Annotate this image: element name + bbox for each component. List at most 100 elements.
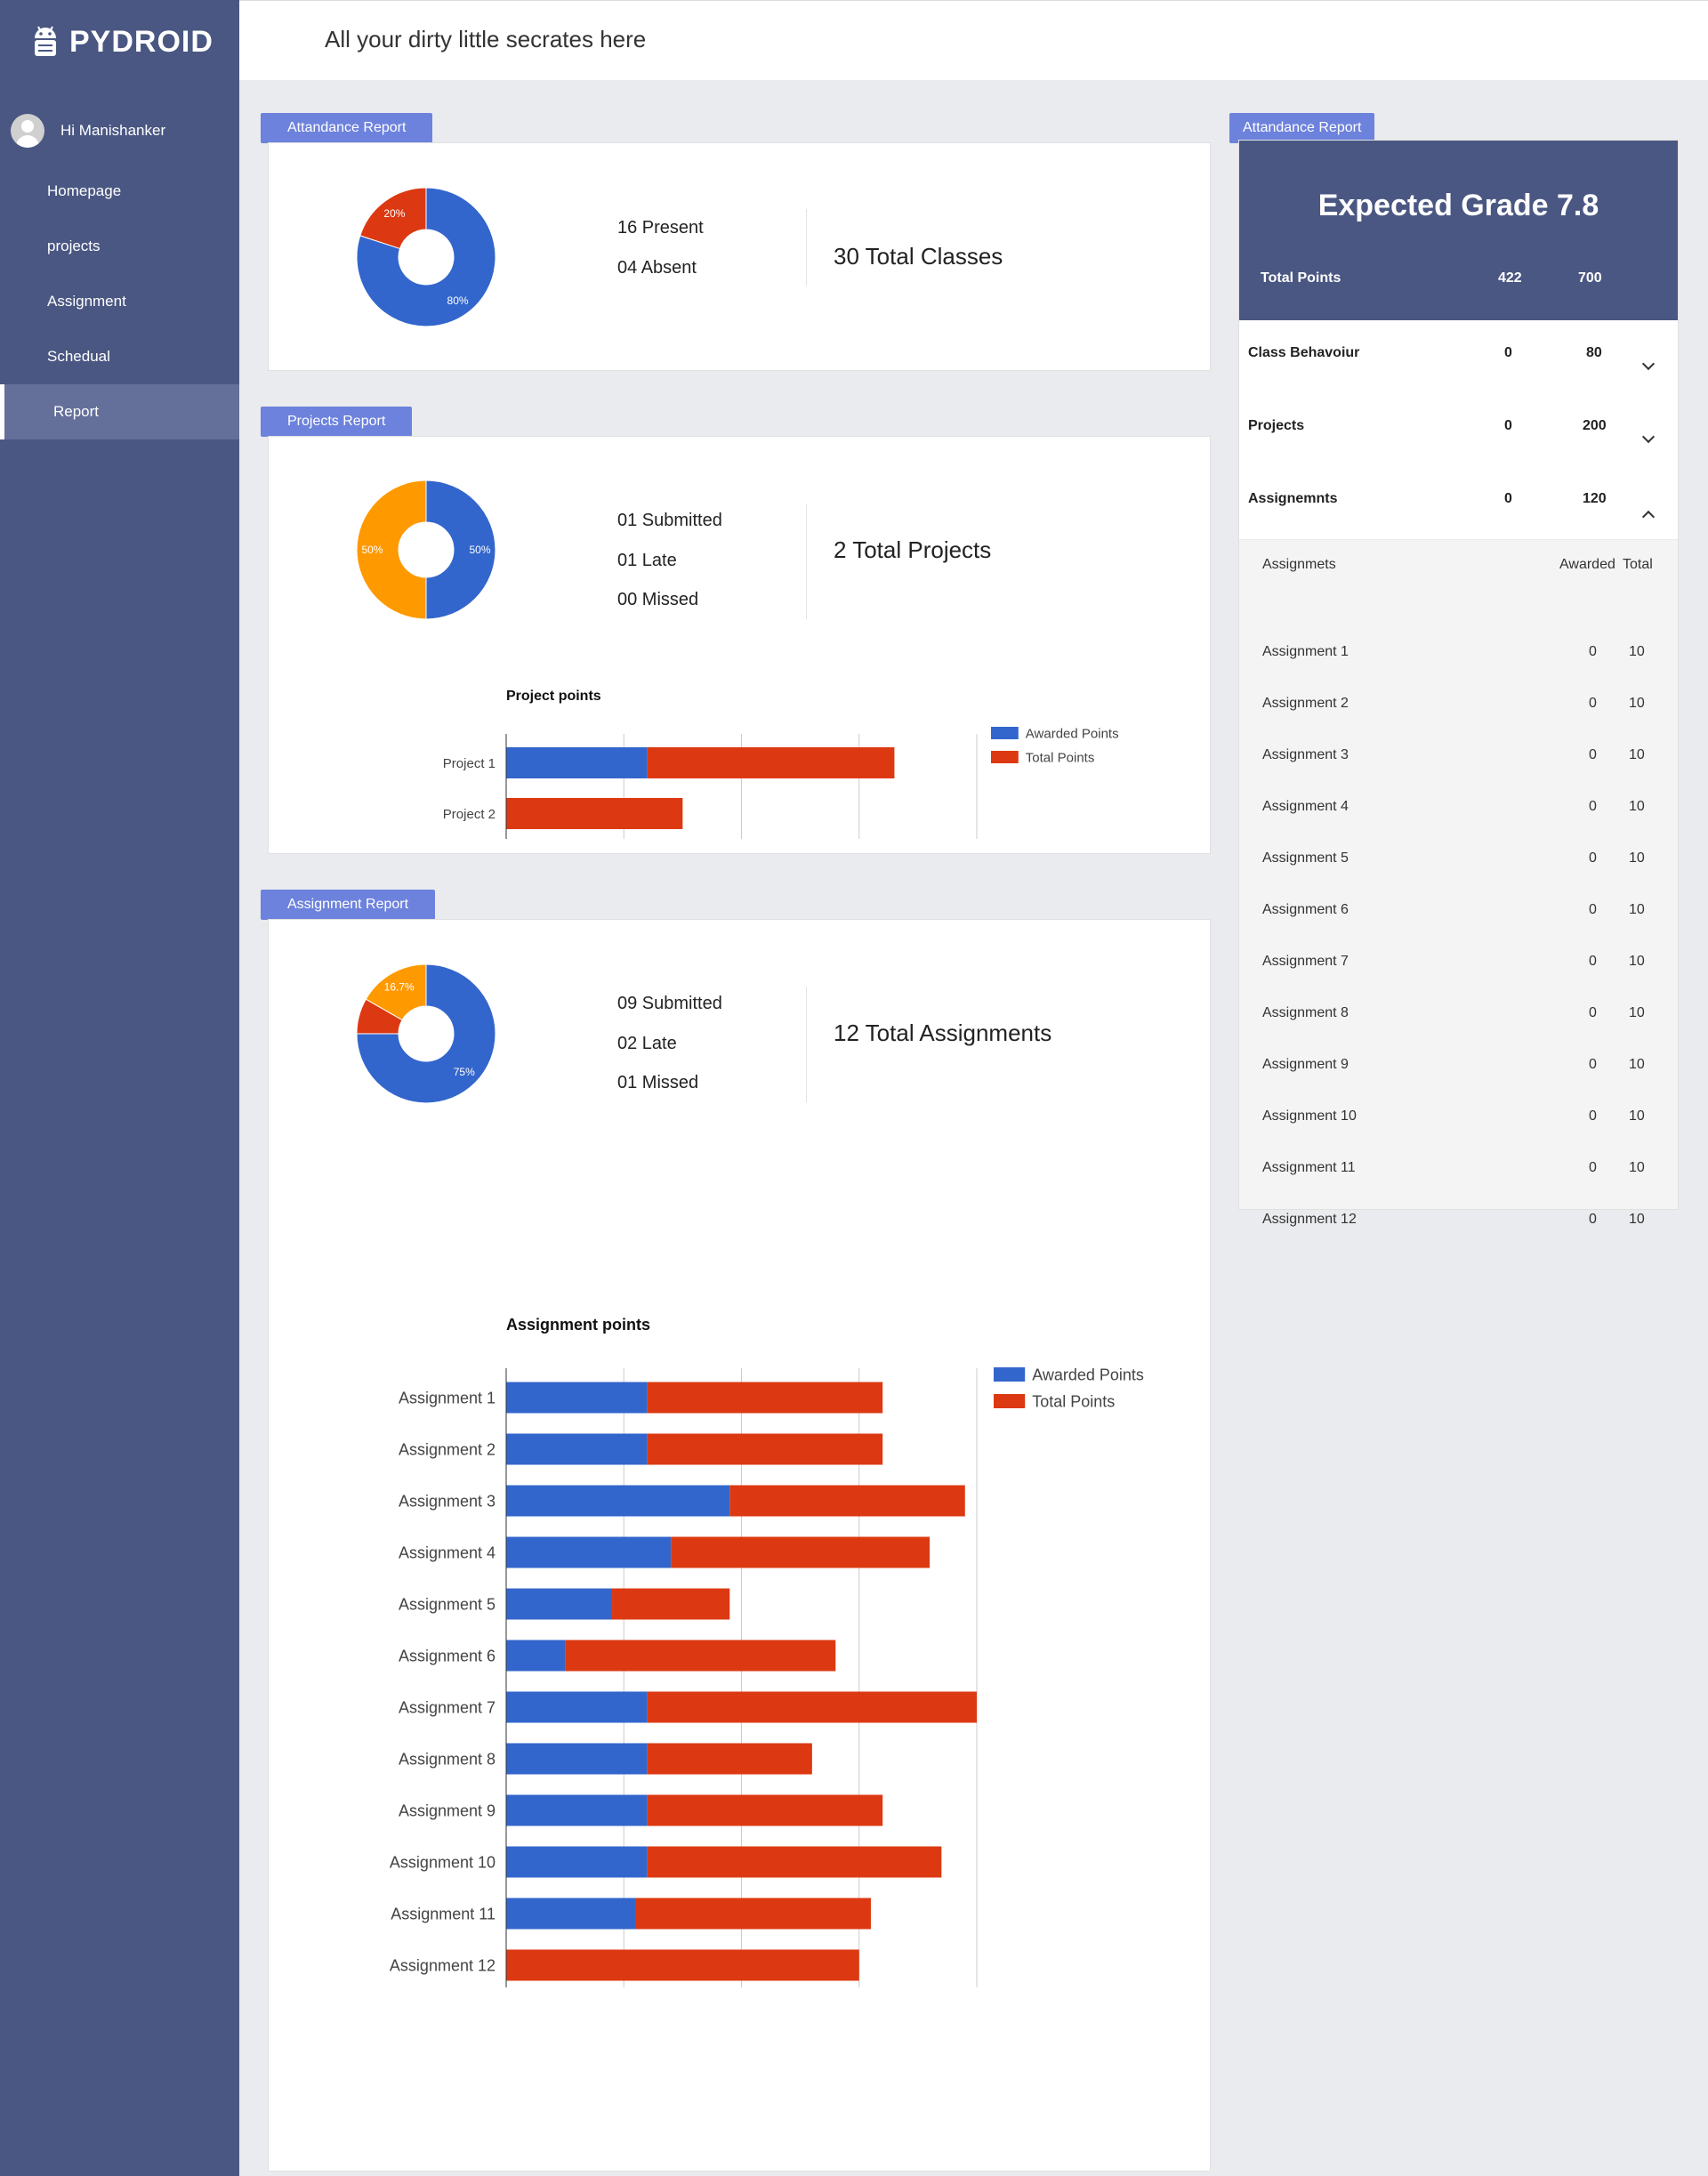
- bar-total-points[interactable]: [647, 747, 895, 778]
- chart-title: Assignment points: [506, 1316, 650, 1334]
- sidebar-item-assignment[interactable]: Assignment: [0, 274, 239, 329]
- chevron-down-icon[interactable]: [1641, 357, 1656, 371]
- bar-total-points[interactable]: [647, 1691, 977, 1723]
- total-classes: 30 Total Classes: [834, 243, 1003, 270]
- assignment-row[interactable]: Assignment 2 0 10: [1239, 678, 1678, 729]
- assignment-row[interactable]: Assignment 9 0 10: [1239, 1039, 1678, 1091]
- category-label: Assignment 5: [399, 1595, 495, 1613]
- projects-late: 01 Late: [617, 551, 677, 570]
- bar-total-points[interactable]: [647, 1433, 883, 1465]
- assignment-row[interactable]: Assignment 1 0 10: [1239, 626, 1678, 678]
- bar-awarded-points[interactable]: [506, 1433, 648, 1465]
- sidebar-item-report[interactable]: Report: [0, 384, 239, 439]
- user-greeting[interactable]: Hi Manishanker: [11, 114, 165, 148]
- bar-awarded-points[interactable]: [506, 1691, 648, 1723]
- bar-total-points[interactable]: [647, 1794, 883, 1826]
- tab-assignment-report[interactable]: Assignment Report: [261, 890, 436, 920]
- sidebar-item-schedual[interactable]: Schedual: [0, 329, 239, 384]
- bar-awarded-points[interactable]: [506, 1743, 648, 1775]
- assignment-row[interactable]: Assignment 5 0 10: [1239, 833, 1678, 884]
- category-total: 200: [1583, 418, 1607, 433]
- assignments-missed: 01 Missed: [617, 1073, 699, 1092]
- assignment-row-total: 10: [1629, 1160, 1645, 1175]
- projects-pie-slice-label: 50%: [469, 544, 490, 556]
- bar-awarded-points[interactable]: [506, 1485, 730, 1517]
- category-awarded: 0: [1504, 418, 1512, 433]
- bar-awarded-points[interactable]: [506, 1846, 648, 1878]
- chevron-up-icon[interactable]: [1641, 510, 1656, 524]
- app-logo[interactable]: PYDROID: [30, 20, 214, 64]
- grade-panel: Expected Grade 7.8 Total Points 422 700 …: [1238, 140, 1679, 1227]
- bar-total-points[interactable]: [647, 1382, 883, 1414]
- present-count: 16 Present: [617, 218, 704, 238]
- bar-awarded-points[interactable]: [506, 1640, 566, 1672]
- sidebar-item-homepage[interactable]: Homepage: [0, 164, 239, 219]
- bar-awarded-points[interactable]: [506, 1794, 648, 1826]
- assignments-pie-slice-label: 75%: [454, 1066, 475, 1078]
- assignment-row-name: Assignment 4: [1262, 799, 1349, 814]
- bar-awarded-points[interactable]: [506, 747, 648, 778]
- projects-card: 50% 50% 01 Submitted 01 Late 00 Missed 2 …: [268, 436, 1211, 854]
- category-total: 120: [1583, 491, 1607, 506]
- assignments-late: 02 Late: [617, 1034, 677, 1053]
- legend-swatch: [991, 727, 1019, 739]
- bar-awarded-points[interactable]: [506, 1536, 672, 1568]
- assignment-row[interactable]: Assignment 8 0 10: [1239, 987, 1678, 1039]
- assignment-row[interactable]: Assignment 6 0 10: [1239, 884, 1678, 936]
- legend-swatch: [991, 751, 1019, 763]
- bar-total-points[interactable]: [506, 798, 683, 829]
- bar-awarded-points[interactable]: [506, 1382, 648, 1414]
- bar-awarded-points[interactable]: [506, 1588, 613, 1620]
- assignment-row[interactable]: Assignment 10 0 10: [1239, 1091, 1678, 1142]
- bar-total-points[interactable]: [635, 1898, 871, 1930]
- assignment-row-total: 10: [1629, 1108, 1645, 1124]
- assignment-row-awarded: 0: [1589, 1057, 1597, 1072]
- category-row-projects[interactable]: Projects 0 200: [1239, 393, 1678, 467]
- bar-total-points[interactable]: [506, 1949, 859, 1981]
- chevron-down-icon[interactable]: [1641, 430, 1656, 444]
- assignment-row-name: Assignment 7: [1262, 954, 1349, 969]
- assignment-row[interactable]: Assignment 11 0 10: [1239, 1142, 1678, 1194]
- assignments-card: 75% 16.7% 09 Submitted 02 Late 01 Missed …: [268, 919, 1211, 2172]
- assignment-row-awarded: 0: [1589, 1160, 1597, 1175]
- bar-total-points[interactable]: [671, 1536, 931, 1568]
- android-icon: [35, 26, 56, 56]
- projects-pie-slice-label: 50%: [361, 544, 383, 556]
- grade-header: Expected Grade 7.8 Total Points 422 700: [1239, 141, 1678, 320]
- assignment-row[interactable]: Assignment 12 0 10: [1239, 1194, 1678, 1245]
- tab-grade-report[interactable]: Attandance Report: [1229, 113, 1375, 143]
- category-label: Assignment 4: [399, 1543, 495, 1561]
- assignment-row-name: Assignment 9: [1262, 1057, 1349, 1072]
- assignment-row-awarded: 0: [1589, 644, 1597, 659]
- bar-total-points[interactable]: [647, 1743, 812, 1775]
- sidebar-item-projects[interactable]: projects: [0, 219, 239, 274]
- assignment-row-name: Assignment 1: [1262, 644, 1349, 659]
- tab-projects-report[interactable]: Projects Report: [261, 407, 413, 437]
- bar-total-points[interactable]: [647, 1846, 942, 1878]
- user-name: Hi Manishanker: [60, 122, 166, 139]
- avatar: [11, 114, 44, 148]
- attendance-pie-slice-label: 20%: [383, 207, 405, 220]
- bar-total-points[interactable]: [729, 1485, 965, 1517]
- attendance-card: 80% 20% 16 Present 04 Absent 30 Total Cla…: [268, 142, 1211, 371]
- assignments-pie: 75% 16.7%: [356, 963, 496, 1104]
- assignment-row[interactable]: Assignment 7 0 10: [1239, 936, 1678, 987]
- assignments-pie-slice-label: 16.7%: [384, 981, 415, 994]
- subheader-total: Total: [1623, 557, 1653, 572]
- tab-attendance-report[interactable]: Attandance Report: [261, 113, 433, 143]
- bar-awarded-points[interactable]: [506, 1898, 636, 1930]
- sidebar: PYDROID Hi Manishanker Homepage projects…: [0, 0, 239, 2176]
- assignment-row[interactable]: Assignment 3 0 10: [1239, 729, 1678, 781]
- assignment-row[interactable]: Assignment 4 0 10: [1239, 781, 1678, 833]
- legend-label: Total Points: [1026, 750, 1095, 765]
- subheader-name: Assignmets: [1262, 557, 1336, 572]
- category-row-class-behaviour[interactable]: Class Behavoiur 0 80: [1239, 320, 1678, 394]
- bar-total-points[interactable]: [612, 1588, 730, 1620]
- assignment-row-name: Assignment 11: [1262, 1160, 1356, 1175]
- category-awarded: 0: [1504, 491, 1512, 506]
- assignment-row-awarded: 0: [1589, 1212, 1597, 1227]
- category-row-assignments[interactable]: Assignemnts 0 120: [1239, 466, 1678, 540]
- projects-missed: 00 Missed: [617, 590, 699, 609]
- assignment-row-total: 10: [1629, 799, 1645, 814]
- bar-total-points[interactable]: [565, 1640, 836, 1672]
